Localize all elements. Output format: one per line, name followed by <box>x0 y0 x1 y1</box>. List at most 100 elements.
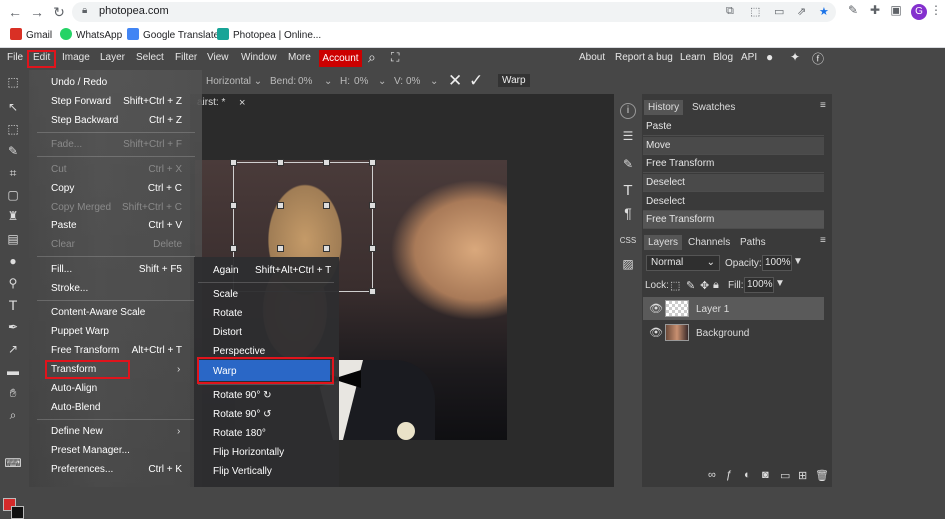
brush-icon[interactable]: ✎ <box>4 142 22 160</box>
sidepanel-icon[interactable]: ▣ <box>888 3 904 17</box>
transform-handle[interactable] <box>369 159 376 166</box>
menu-view[interactable]: View <box>207 52 229 63</box>
submenu-item-rotate-180[interactable]: Rotate 180° <box>213 428 266 439</box>
gradient-icon[interactable]: ▤ <box>4 230 22 248</box>
menu-item-free-transform[interactable]: Free Transform <box>51 345 119 356</box>
profile-avatar[interactable]: G <box>911 4 927 20</box>
warp-button[interactable]: Warp <box>498 74 530 87</box>
transform-handle[interactable] <box>277 159 284 166</box>
menu-item-stroke[interactable]: Stroke... <box>51 283 88 294</box>
menu-more[interactable]: More <box>288 52 311 63</box>
submenu-item-rotate[interactable]: Rotate <box>213 308 242 319</box>
history-item[interactable]: Deselect <box>643 193 824 211</box>
v-input[interactable]: 0% <box>406 76 420 87</box>
tab-paths[interactable]: Paths <box>740 237 766 248</box>
link-blog[interactable]: Blog <box>713 52 733 63</box>
transform-handle[interactable] <box>230 159 237 166</box>
fullscreen-icon[interactable]: ⛶ <box>391 50 399 65</box>
menu-filter[interactable]: Filter <box>175 52 197 63</box>
transform-handle[interactable] <box>323 159 330 166</box>
menu-file[interactable]: File <box>7 52 23 63</box>
menu-item-puppet-warp[interactable]: Puppet Warp <box>51 326 109 337</box>
menu-window[interactable]: Window <box>241 52 277 63</box>
lock-paint-icon[interactable]: ✎ <box>686 279 695 292</box>
eye-icon[interactable]: 👁︎ <box>649 302 663 315</box>
transform-handle[interactable] <box>230 202 237 209</box>
menu-select[interactable]: Select <box>136 52 164 63</box>
hand-icon[interactable]: ✋︎ <box>4 384 22 402</box>
lock-all-icon[interactable]: 🔒︎ <box>713 279 719 292</box>
transform-handle[interactable] <box>323 202 330 209</box>
twitter-icon[interactable]: ✦ <box>790 50 800 64</box>
transform-handle[interactable] <box>230 245 237 252</box>
move-tool-icon[interactable]: ⬚ <box>4 73 22 91</box>
transform-handle[interactable] <box>277 202 284 209</box>
submenu-item-flip-horizontal[interactable]: Flip Horizontally <box>213 447 284 458</box>
marquee-icon[interactable]: ⬚ <box>4 120 22 138</box>
submenu-item-rotate-90-ccw[interactable]: Rotate 90° ↺ <box>213 409 272 420</box>
blend-mode-select[interactable]: Normal ⌄ <box>646 255 720 271</box>
menu-item-undo-redo[interactable]: Undo / Redo <box>51 77 107 88</box>
bend-input[interactable]: 0% <box>298 76 312 87</box>
crop-icon[interactable]: ⌗ <box>4 164 22 182</box>
history-item[interactable]: Paste <box>643 118 824 136</box>
transform-handle[interactable] <box>369 245 376 252</box>
v-stepper-icon[interactable]: ⌄ <box>430 76 438 87</box>
share-icon[interactable]: ⇗ <box>797 5 806 18</box>
menu-item-preferences[interactable]: Preferences... <box>51 464 113 475</box>
image-panel-icon[interactable]: ▨ <box>618 254 638 274</box>
submenu-item-rotate-90-cw[interactable]: Rotate 90° ↻ <box>213 390 272 401</box>
paragraph-icon[interactable]: ¶ <box>618 203 638 223</box>
link-learn[interactable]: Learn <box>680 52 706 63</box>
link-layers-icon[interactable]: ∞ <box>708 469 716 481</box>
tab-layers[interactable]: Layers <box>644 235 683 250</box>
warp-mode-select[interactable]: Horizontal ⌄ <box>206 76 262 87</box>
screenshot-icon[interactable]: ⧉ <box>726 5 734 18</box>
history-item-current[interactable]: Free Transform <box>643 211 824 229</box>
transform-handle[interactable] <box>277 245 284 252</box>
character-icon[interactable]: T <box>618 181 638 201</box>
history-item[interactable]: Free Transform <box>643 155 824 173</box>
install-icon[interactable]: ⬚ <box>750 5 760 18</box>
new-group-icon[interactable]: ▭ <box>780 469 790 482</box>
layer-mask-icon[interactable]: ◙ <box>762 469 769 481</box>
tab-swatches[interactable]: Swatches <box>692 102 735 113</box>
bookmark-gmail[interactable]: Gmail <box>10 28 52 41</box>
menu-item-auto-blend[interactable]: Auto-Blend <box>51 402 100 413</box>
menu-item-define-new[interactable]: Define New <box>51 426 103 437</box>
css-icon[interactable]: CSS <box>618 231 638 251</box>
menu-layer[interactable]: Layer <box>100 52 125 63</box>
address-bar[interactable]: 🔒︎ photopea.com ⧉ ⬚ ▭ ⇗ ★ <box>72 2 836 22</box>
delete-layer-icon[interactable]: 🗑︎ <box>815 469 829 482</box>
layer-name[interactable]: Layer 1 <box>696 304 729 315</box>
new-layer-icon[interactable]: ⊞ <box>798 469 807 482</box>
path-select-icon[interactable]: ↗ <box>4 340 22 358</box>
search-icon[interactable]: ⌕ <box>368 49 376 66</box>
reddit-icon[interactable]: ● <box>766 50 773 64</box>
brush-panel-icon[interactable]: ✎ <box>618 154 638 174</box>
lock-pixels-icon[interactable]: ⬚ <box>670 279 680 292</box>
kebab-menu-icon[interactable]: ⋮ <box>928 3 944 17</box>
fill-input[interactable]: 100% <box>744 277 774 293</box>
lock-move-icon[interactable]: ✥ <box>700 279 709 292</box>
transform-handle[interactable] <box>369 288 376 295</box>
reload-icon[interactable]: ↻ <box>50 3 68 21</box>
adjustments-icon[interactable]: ☰ <box>618 126 638 146</box>
bookmark-photopea[interactable]: Photopea | Online... <box>217 28 321 41</box>
h-stepper-down-icon[interactable]: ⌄ <box>378 76 386 87</box>
forward-icon[interactable]: → <box>28 3 46 21</box>
layer-effects-icon[interactable]: ƒ <box>726 469 732 481</box>
submenu-item-again[interactable]: Again <box>213 265 239 276</box>
h-input[interactable]: 0% <box>354 76 368 87</box>
layers-panel-menu-icon[interactable]: ≡ <box>820 235 826 246</box>
back-icon[interactable]: ← <box>6 3 24 21</box>
opacity-dropdown-icon[interactable]: ▼ <box>793 256 803 267</box>
bookmark-translate[interactable]: Google Translate <box>127 28 219 41</box>
fill-dropdown-icon[interactable]: ▼ <box>775 278 785 289</box>
close-tab-icon[interactable]: × <box>239 97 245 109</box>
commit-transform-icon[interactable]: ✓ <box>469 71 483 91</box>
adjustment-layer-icon[interactable]: ◐ <box>744 469 751 481</box>
drop-icon[interactable]: ● <box>4 252 22 270</box>
bookmark-star-icon[interactable]: ★ <box>819 5 829 18</box>
submenu-item-flip-vertical[interactable]: Flip Vertically <box>213 466 272 477</box>
